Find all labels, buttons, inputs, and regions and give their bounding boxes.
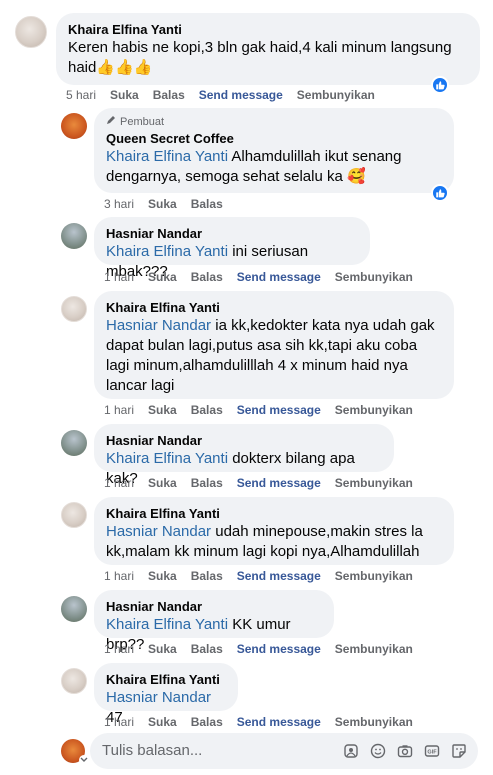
- reply-link[interactable]: Balas: [191, 476, 223, 490]
- avatar[interactable]: [61, 113, 87, 139]
- reply-link[interactable]: Balas: [191, 403, 223, 417]
- hide-link[interactable]: Sembunyikan: [335, 569, 413, 583]
- comment-time[interactable]: 5 hari: [66, 88, 96, 102]
- like-reaction-icon[interactable]: [431, 76, 449, 94]
- comment-author[interactable]: Hasniar Nandar: [106, 432, 382, 449]
- comment-author[interactable]: Khaira Elfina Yanti: [106, 671, 226, 688]
- comment-time[interactable]: 1 hari: [104, 715, 134, 729]
- like-link[interactable]: Suka: [148, 270, 177, 284]
- pencil-icon: [106, 115, 116, 129]
- mention-link[interactable]: Hasniar Nandar: [106, 523, 211, 540]
- reply-link[interactable]: Balas: [191, 715, 223, 729]
- hide-link[interactable]: Sembunyikan: [335, 270, 413, 284]
- comment-bubble: Khaira Elfina Yanti Hasniar Nandar 47: [94, 663, 238, 726]
- comment-text: Keren habis ne kopi,3 bln gak haid,4 kal…: [68, 39, 452, 76]
- comment-text: Khaira Elfina Yanti Alhamdulillah ikut s…: [106, 148, 402, 185]
- comment-time[interactable]: 1 hari: [104, 476, 134, 490]
- like-link[interactable]: Suka: [110, 88, 139, 102]
- emoji-icon[interactable]: [369, 742, 387, 760]
- author-tag: Pembuat: [106, 115, 442, 129]
- sticker-icon[interactable]: [450, 742, 468, 760]
- send-message-link[interactable]: Send message: [199, 88, 283, 102]
- reply-link[interactable]: Balas: [191, 569, 223, 583]
- like-link[interactable]: Suka: [148, 403, 177, 417]
- comment-bubble: Khaira Elfina Yanti Hasniar Nandar udah …: [94, 497, 454, 565]
- svg-text:GIF: GIF: [427, 750, 437, 756]
- reply-placeholder: Tulis balasan...: [102, 742, 203, 759]
- mention-link[interactable]: Hasniar Nandar: [106, 689, 211, 706]
- avatar[interactable]: [61, 223, 87, 249]
- like-link[interactable]: Suka: [148, 642, 177, 656]
- like-reaction-icon[interactable]: [431, 184, 449, 202]
- gif-icon[interactable]: GIF: [423, 742, 441, 760]
- comment-time[interactable]: 3 hari: [104, 197, 134, 211]
- comment-bubble: Hasniar Nandar Khaira Elfina Yanti dokte…: [94, 424, 394, 487]
- send-message-link[interactable]: Send message: [237, 403, 321, 417]
- mention-link[interactable]: Khaira Elfina Yanti: [106, 616, 228, 633]
- comment-time[interactable]: 1 hari: [104, 569, 134, 583]
- mention-link[interactable]: Khaira Elfina Yanti: [106, 148, 228, 165]
- comment-author[interactable]: Queen Secret Coffee: [106, 130, 442, 147]
- hide-link[interactable]: Sembunyikan: [335, 642, 413, 656]
- comment-actions: 1 hari Suka Balas Send message Sembunyik…: [104, 403, 427, 417]
- reply-link[interactable]: Balas: [153, 88, 185, 102]
- send-message-link[interactable]: Send message: [237, 476, 321, 490]
- avatar[interactable]: [61, 502, 87, 528]
- chevron-down-icon[interactable]: [79, 755, 89, 765]
- comment-actions: 1 hari Suka Balas Send message Sembunyik…: [104, 642, 427, 656]
- comment-actions: 1 hari Suka Balas Send message Sembunyik…: [104, 270, 427, 284]
- author-tag-label: Pembuat: [120, 116, 165, 128]
- send-message-link[interactable]: Send message: [237, 569, 321, 583]
- send-message-link[interactable]: Send message: [237, 715, 321, 729]
- comment-author[interactable]: Khaira Elfina Yanti: [106, 505, 442, 522]
- avatar[interactable]: [61, 596, 87, 622]
- comment-author[interactable]: Khaira Elfina Yanti: [106, 299, 442, 316]
- sticker-avatar-icon[interactable]: [342, 742, 360, 760]
- comment-time[interactable]: 1 hari: [104, 642, 134, 656]
- send-message-link[interactable]: Send message: [237, 642, 321, 656]
- comment-bubble: Hasniar Nandar Khaira Elfina Yanti ini s…: [94, 217, 370, 280]
- hide-link[interactable]: Sembunyikan: [335, 715, 413, 729]
- hide-link[interactable]: Sembunyikan: [335, 403, 413, 417]
- comment-bubble: Khaira Elfina Yanti Hasniar Nandar ia kk…: [94, 291, 454, 399]
- reply-link[interactable]: Balas: [191, 270, 223, 284]
- comment-actions: 3 hari Suka Balas: [104, 197, 237, 211]
- like-link[interactable]: Suka: [148, 715, 177, 729]
- comment-author[interactable]: Khaira Elfina Yanti: [68, 21, 468, 38]
- mention-link[interactable]: Khaira Elfina Yanti: [106, 243, 228, 260]
- comment-author[interactable]: Hasniar Nandar: [106, 598, 322, 615]
- avatar[interactable]: [15, 16, 47, 48]
- avatar[interactable]: [61, 296, 87, 322]
- camera-icon[interactable]: [396, 742, 414, 760]
- mention-link[interactable]: Hasniar Nandar: [106, 317, 211, 334]
- comment-actions: 5 hari Suka Balas Send message Sembunyik…: [66, 88, 389, 102]
- avatar[interactable]: [61, 668, 87, 694]
- like-link[interactable]: Suka: [148, 197, 177, 211]
- comment-bubble: Pembuat Queen Secret Coffee Khaira Elfin…: [94, 108, 454, 193]
- hide-link[interactable]: Sembunyikan: [335, 476, 413, 490]
- comment-time[interactable]: 1 hari: [104, 403, 134, 417]
- reply-link[interactable]: Balas: [191, 197, 223, 211]
- comment-actions: 1 hari Suka Balas Send message Sembunyik…: [104, 569, 427, 583]
- like-link[interactable]: Suka: [148, 476, 177, 490]
- comment-time[interactable]: 1 hari: [104, 270, 134, 284]
- comment-text: Hasniar Nandar ia kk,kedokter kata nya u…: [106, 317, 435, 394]
- reply-input[interactable]: Tulis balasan... GIF: [90, 733, 478, 769]
- hide-link[interactable]: Sembunyikan: [297, 88, 375, 102]
- reply-link[interactable]: Balas: [191, 642, 223, 656]
- comment-bubble: Khaira Elfina Yanti Keren habis ne kopi,…: [56, 13, 480, 85]
- comment-bubble: Hasniar Nandar Khaira Elfina Yanti KK um…: [94, 590, 334, 653]
- comment-text: Hasniar Nandar udah minepouse,makin stre…: [106, 523, 423, 560]
- mention-link[interactable]: Khaira Elfina Yanti: [106, 450, 228, 467]
- comment-actions: 1 hari Suka Balas Send message Sembunyik…: [104, 476, 427, 490]
- comment-author[interactable]: Hasniar Nandar: [106, 225, 358, 242]
- comment-actions: 1 hari Suka Balas Send message Sembunyik…: [104, 715, 427, 729]
- like-link[interactable]: Suka: [148, 569, 177, 583]
- reply-toolbar: GIF: [342, 742, 468, 760]
- avatar[interactable]: [61, 430, 87, 456]
- send-message-link[interactable]: Send message: [237, 270, 321, 284]
